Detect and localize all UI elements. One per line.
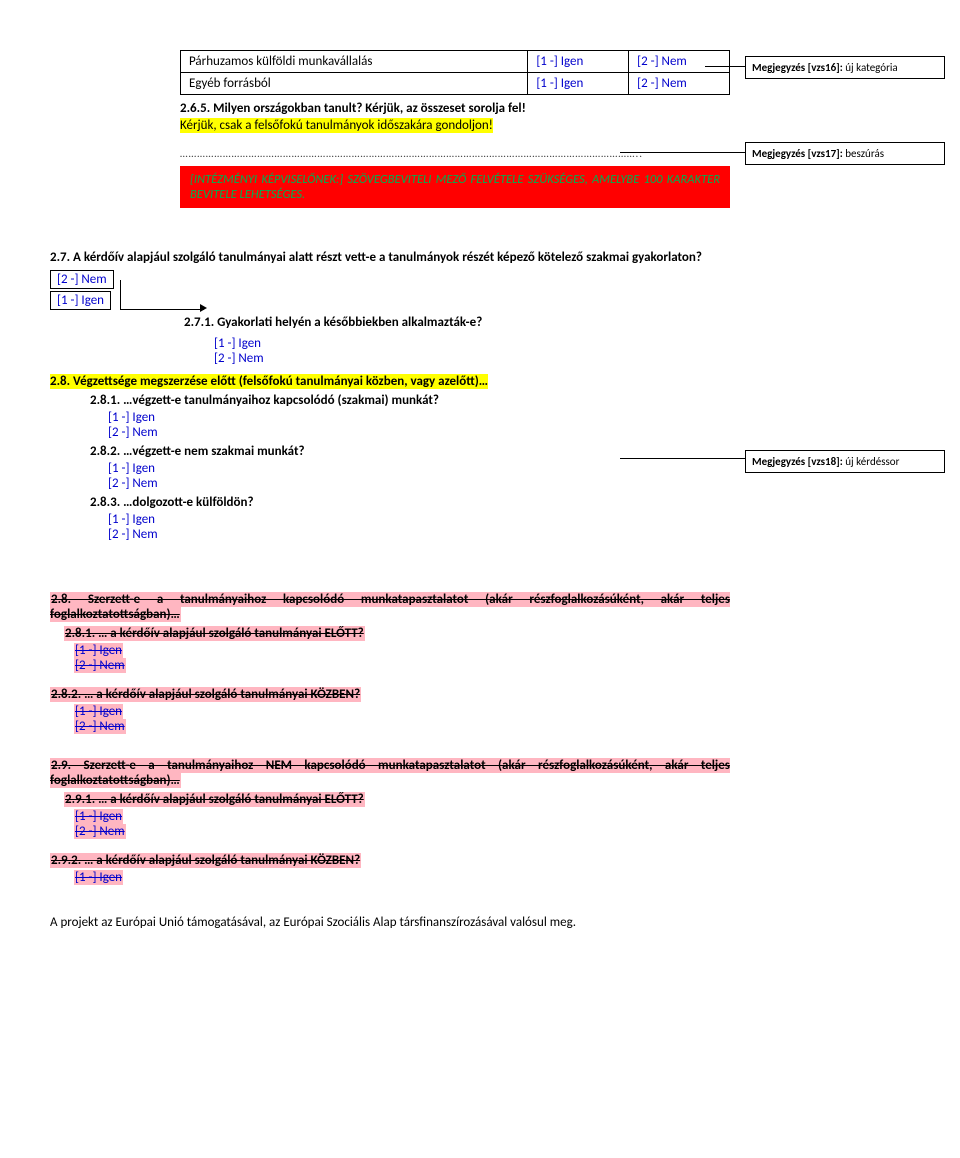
comment-connector	[620, 458, 745, 459]
table-cell-option: [1 -] Igen	[528, 51, 629, 73]
comment-label: Megjegyzés [vzs18]:	[752, 455, 843, 468]
table-cell-option: [2 -] Nem	[629, 51, 730, 73]
flow-line	[120, 280, 204, 310]
highlight-text: 2.8. Végzettsége megszerzése előtt (fels…	[50, 374, 488, 389]
option-igen: [1 -] Igen	[108, 410, 730, 425]
table-row: Egyéb forrásból [1 -] Igen [2 -] Nem	[181, 73, 730, 95]
question-281: 2.8.1. …végzett-e tanulmányaihoz kapcsol…	[90, 393, 730, 408]
comment-balloon-vzs18: Megjegyzés [vzs18]: új kérdéssor	[745, 450, 945, 473]
deleted-question-28: 2.8. Szerzett-e a tanulmányaihoz kapcsol…	[50, 592, 730, 622]
comment-balloon-vzs17: Megjegyzés [vzs17]: beszúrás	[745, 142, 945, 165]
arrow-head-icon	[200, 304, 207, 312]
option-nem-boxed: [2 -] Nem	[50, 270, 114, 289]
comment-label: Megjegyzés [vzs17]:	[752, 147, 843, 160]
deleted-question-291: 2.9.1. … a kérdőív alapjául szolgáló tan…	[64, 792, 730, 807]
comment-text: beszúrás	[843, 147, 884, 160]
option-nem: [2 -] Nem	[214, 351, 730, 366]
option-nem: [2 -] Nem	[108, 476, 730, 491]
deleted-option: [2 -] Nem	[74, 719, 126, 734]
options-table: Párhuzamos külföldi munkavállalás [1 -] …	[180, 50, 730, 95]
dotted-fill-line: ……………………………………………………………………………………………………………	[180, 147, 730, 160]
instruction-text: [INTÉZMÉNYI KÉPVISELŐNEK:] SZÖVEGBEVITEL…	[190, 172, 720, 202]
deleted-question-281: 2.8.1. … a kérdőív alapjául szolgáló tan…	[64, 626, 730, 641]
option-nem: [2 -] Nem	[108, 425, 730, 440]
deleted-text: 2.9.2. … a kérdőív alapjául szolgáló tan…	[50, 853, 361, 868]
option-igen: [1 -] Igen	[214, 336, 730, 351]
deleted-question-292: 2.9.2. … a kérdőív alapjául szolgáló tan…	[50, 853, 730, 868]
page-footer: A projekt az Európai Unió támogatásával,…	[50, 915, 870, 930]
deleted-option: [1 -] Igen	[74, 809, 123, 824]
question-282: 2.8.2. …végzett-e nem szakmai munkát?	[90, 444, 730, 459]
instruction-redbox: [INTÉZMÉNYI KÉPVISELŐNEK:] SZÖVEGBEVITEL…	[180, 166, 730, 208]
table-row: Párhuzamos külföldi munkavállalás [1 -] …	[181, 51, 730, 73]
deleted-text: 2.8.2. … a kérdőív alapjául szolgáló tan…	[50, 687, 361, 702]
table-cell-option: [2 -] Nem	[629, 73, 730, 95]
option-nem: [2 -] Nem	[108, 527, 730, 542]
deleted-option: [2 -] Nem	[74, 658, 126, 673]
option-igen: [1 -] Igen	[108, 512, 730, 527]
deleted-option: [2 -] Nem	[74, 824, 126, 839]
question-283: 2.8.3. …dolgozott-e külföldön?	[90, 495, 730, 510]
question-265: 2.6.5. Milyen országokban tanult? Kérjük…	[180, 101, 730, 116]
deleted-option: [1 -] Igen	[74, 704, 123, 719]
comment-connector	[620, 152, 745, 153]
deleted-question-29: 2.9. Szerzett-e a tanulmányaihoz NEM kap…	[50, 758, 730, 788]
deleted-option: [1 -] Igen	[74, 643, 123, 658]
table-cell-option: [1 -] Igen	[528, 73, 629, 95]
deleted-text: 2.8.1. … a kérdőív alapjául szolgáló tan…	[64, 626, 365, 641]
option-igen: [1 -] Igen	[108, 461, 730, 476]
question-271: 2.7.1. Gyakorlati helyén a későbbiekben …	[184, 315, 730, 330]
comment-connector	[705, 66, 745, 67]
comment-text: új kategória	[843, 61, 898, 74]
option-igen-boxed: [1 -] Igen	[50, 291, 111, 310]
deleted-text: 2.9. Szerzett-e a tanulmányaihoz NEM kap…	[50, 758, 730, 788]
deleted-option: [1 -] Igen	[74, 870, 123, 885]
question-28: 2.8. Végzettsége megszerzése előtt (fels…	[50, 374, 730, 389]
table-cell-label: Párhuzamos külföldi munkavállalás	[181, 51, 528, 73]
comment-text: új kérdéssor	[843, 455, 900, 468]
comment-balloon-vzs16: Megjegyzés [vzs16]: új kategória	[745, 56, 945, 79]
highlighted-insert-line: Kérjük, csak a felsőfokú tanulmányok idő…	[180, 118, 730, 133]
table-cell-label: Egyéb forrásból	[181, 73, 528, 95]
deleted-text: 2.9.1. … a kérdőív alapjául szolgáló tan…	[64, 792, 365, 807]
deleted-question-282: 2.8.2. … a kérdőív alapjául szolgáló tan…	[50, 687, 730, 702]
highlight-text: Kérjük, csak a felsőfokú tanulmányok idő…	[180, 118, 493, 133]
comment-label: Megjegyzés [vzs16]:	[752, 61, 843, 74]
deleted-text: 2.8. Szerzett-e a tanulmányaihoz kapcsol…	[50, 592, 730, 622]
question-27: 2.7. A kérdőív alapjául szolgáló tanulmá…	[50, 250, 730, 265]
